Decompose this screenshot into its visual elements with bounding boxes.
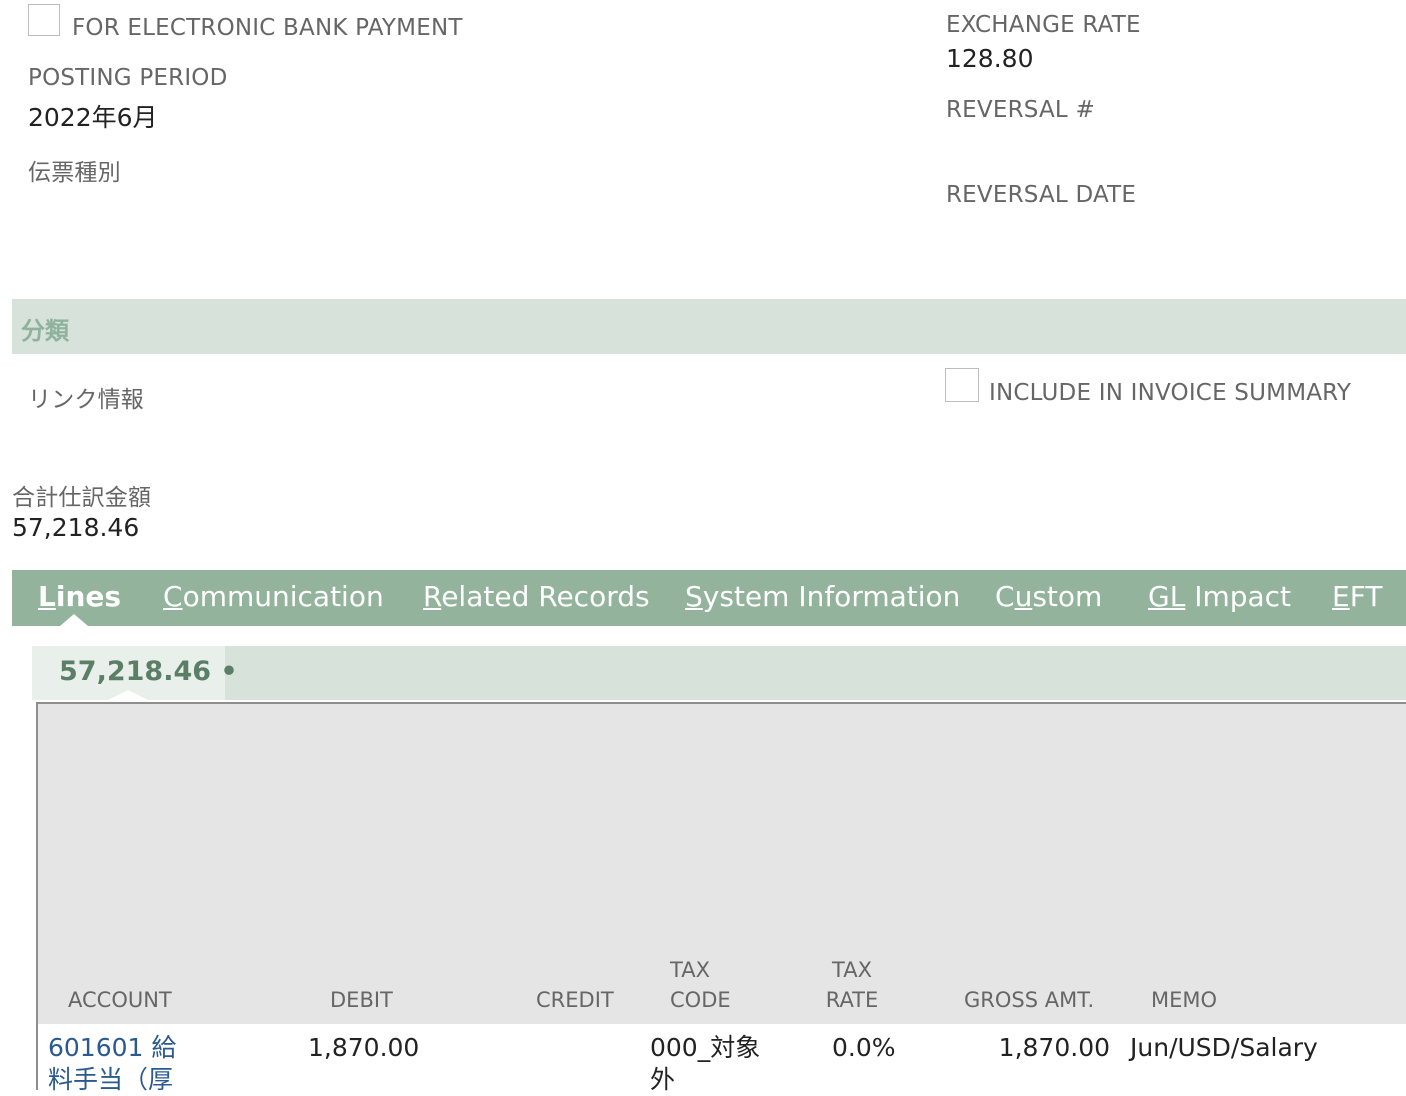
row-tax-code: 000_対象 外 <box>650 1032 760 1096</box>
row-memo: Jun/USD/Salary <box>1130 1033 1318 1062</box>
total-amount-value: 57,218.46 <box>12 513 140 542</box>
tab-lines[interactable]: Lines <box>38 580 121 613</box>
reversal-number-label: REVERSAL # <box>946 97 1095 123</box>
row-tax-rate: 0.0% <box>832 1033 896 1062</box>
tab-custom[interactable]: Custom <box>995 580 1102 613</box>
include-invoice-summary-checkbox[interactable] <box>945 368 979 402</box>
column-header-memo[interactable]: MEMO <box>1151 985 1217 1015</box>
row-debit: 1,870.00 <box>308 1033 420 1062</box>
column-header-debit[interactable]: DEBIT <box>330 985 393 1015</box>
column-header-tax-code-line1: TAX <box>670 958 710 982</box>
tab-gl-impact[interactable]: GL Impact <box>1148 580 1291 613</box>
tab-system-information[interactable]: System Information <box>685 580 960 613</box>
active-subtab-caret-icon <box>104 690 152 702</box>
active-tab-caret-icon <box>60 614 88 626</box>
row-tax-code-line2: 外 <box>650 1065 676 1094</box>
column-header-credit[interactable]: CREDIT <box>536 985 614 1015</box>
exchange-rate-label: EXCHANGE RATE <box>946 12 1141 38</box>
electronic-bank-payment-checkbox[interactable] <box>28 4 60 36</box>
link-info-label: リンク情報 <box>28 387 144 413</box>
row-account-link[interactable]: 601601 給 料手当（厚 <box>48 1032 176 1096</box>
column-header-tax-rate-line2: RATE <box>825 988 879 1012</box>
tab-communication[interactable]: Communication <box>163 580 384 613</box>
column-header-gross-amount[interactable]: GROSS AMT. <box>964 985 1094 1015</box>
column-header-account[interactable]: ACCOUNT <box>68 985 172 1015</box>
row-tax-code-line1: 000_対象 <box>650 1033 761 1062</box>
exchange-rate-value: 128.80 <box>946 44 1034 73</box>
tab-related-records[interactable]: Related Records <box>423 580 650 613</box>
classification-section-header[interactable] <box>12 299 1406 354</box>
subtab-strip <box>32 646 1406 700</box>
posting-period-value: 2022年6月 <box>28 103 158 132</box>
row-account-line1: 601601 給 <box>48 1033 177 1062</box>
classification-section-title: 分類 <box>21 317 69 345</box>
include-invoice-summary-label: INCLUDE IN INVOICE SUMMARY <box>989 380 1352 406</box>
voucher-type-label: 伝票種別 <box>28 160 121 186</box>
posting-period-label: POSTING PERIOD <box>28 65 228 91</box>
row-gross-amount: 1,870.00 <box>998 1033 1110 1062</box>
tab-eft[interactable]: EFT <box>1332 580 1382 613</box>
column-header-tax-rate[interactable]: TAX RATE <box>820 955 884 1015</box>
reversal-date-label: REVERSAL DATE <box>946 182 1137 208</box>
subtab-total-label: 57,218.46 • <box>59 656 238 687</box>
row-account-line2: 料手当（厚 <box>48 1065 174 1094</box>
electronic-bank-payment-label: FOR ELECTRONIC BANK PAYMENT <box>72 15 463 41</box>
column-header-tax-code-line2: CODE <box>670 988 731 1012</box>
total-amount-label: 合計仕訳金額 <box>12 485 152 511</box>
column-header-tax-code[interactable]: TAX CODE <box>670 955 731 1015</box>
column-header-tax-rate-line1: TAX <box>832 958 872 982</box>
